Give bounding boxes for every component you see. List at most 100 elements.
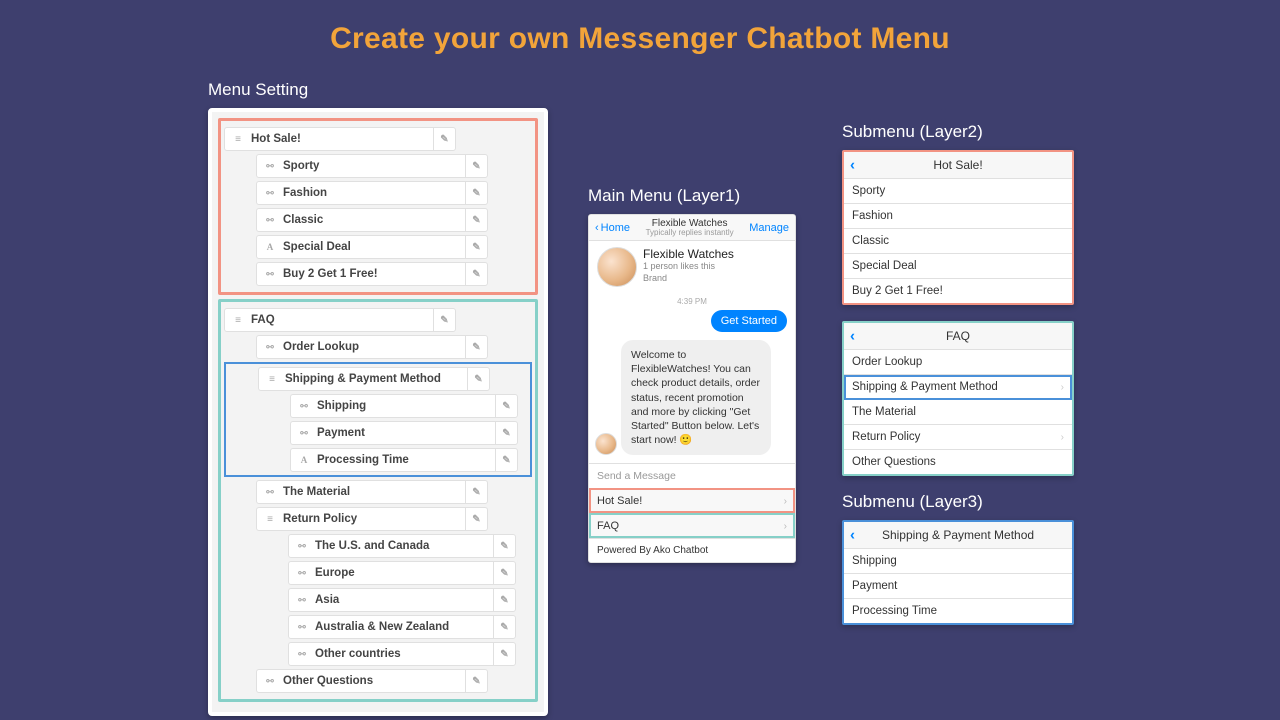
tree-row[interactable]: The Material: [256, 480, 488, 504]
navbar-brand: Flexible Watches: [630, 218, 749, 229]
chevron-left-icon[interactable]: [850, 157, 855, 174]
tree-row[interactable]: Other Questions: [256, 669, 488, 693]
tree-row[interactable]: Sporty: [256, 154, 488, 178]
submenu-item[interactable]: Buy 2 Get 1 Free!: [844, 279, 1072, 303]
tree-row[interactable]: Asia: [288, 588, 516, 612]
submenu-item[interactable]: Order Lookup: [844, 350, 1072, 375]
submenu-item[interactable]: Return Policy: [844, 425, 1072, 450]
link-icon: [293, 595, 311, 606]
tree-row[interactable]: Europe: [288, 561, 516, 585]
tree-row-faq[interactable]: FAQ: [224, 308, 456, 332]
chevron-left-icon[interactable]: [850, 527, 855, 544]
pencil-icon[interactable]: [465, 263, 487, 285]
tree-row[interactable]: The U.S. and Canada: [288, 534, 516, 558]
submenu-item[interactable]: Sporty: [844, 179, 1072, 204]
chevron-right-icon: [1061, 432, 1064, 443]
pencil-icon[interactable]: [493, 589, 515, 611]
menu-setting-panel: Hot Sale! Sporty Fashion Classic: [208, 108, 548, 716]
section-submenu2: Submenu (Layer2): [842, 122, 1074, 142]
get-started-button[interactable]: Get Started: [711, 310, 787, 332]
tree-row-hot-sale[interactable]: Hot Sale!: [224, 127, 456, 151]
pencil-icon[interactable]: [465, 236, 487, 258]
pencil-icon[interactable]: [495, 395, 517, 417]
submenu-item[interactable]: Payment: [844, 574, 1072, 599]
item-label: Shipping: [852, 555, 897, 567]
persistent-menu-hot-sale[interactable]: Hot Sale!: [589, 488, 795, 513]
link-icon: [261, 342, 279, 353]
tree-row-shipping-payment[interactable]: Shipping & Payment Method: [258, 367, 490, 391]
pencil-icon[interactable]: [465, 481, 487, 503]
tree-row[interactable]: Australia & New Zealand: [288, 615, 516, 639]
persistent-menu-faq[interactable]: FAQ: [589, 513, 795, 538]
tree-row[interactable]: Classic: [256, 208, 488, 232]
submenu-item-shipping[interactable]: Shipping & Payment Method: [844, 375, 1072, 400]
navbar-title: Flexible Watches Typically replies insta…: [630, 218, 749, 238]
brand-category: Brand: [643, 273, 734, 285]
pencil-icon[interactable]: [433, 128, 455, 150]
submenu-item[interactable]: Classic: [844, 229, 1072, 254]
link-icon: [293, 541, 311, 552]
submenu-item[interactable]: Processing Time: [844, 599, 1072, 623]
tree-label: Europe: [311, 567, 493, 579]
tree-row[interactable]: Order Lookup: [256, 335, 488, 359]
submenu-item[interactable]: Fashion: [844, 204, 1072, 229]
pencil-icon[interactable]: [493, 562, 515, 584]
pencil-icon[interactable]: [493, 643, 515, 665]
tree-row[interactable]: Other countries: [288, 642, 516, 666]
pencil-icon[interactable]: [493, 535, 515, 557]
submenu-item[interactable]: Special Deal: [844, 254, 1072, 279]
tree-label: The U.S. and Canada: [311, 540, 493, 552]
brand-name: Flexible Watches: [643, 247, 734, 261]
tree-label: Order Lookup: [279, 341, 465, 353]
tree-row[interactable]: Shipping: [290, 394, 518, 418]
tree-row-return-policy[interactable]: Return Policy: [256, 507, 488, 531]
chevron-right-icon: [1061, 382, 1064, 393]
manage-button[interactable]: Manage: [749, 222, 789, 234]
link-icon: [293, 568, 311, 579]
tree-row[interactable]: Fashion: [256, 181, 488, 205]
pencil-icon[interactable]: [495, 449, 517, 471]
pencil-icon[interactable]: [433, 309, 455, 331]
menu-label: FAQ: [597, 520, 619, 532]
tree-label: Processing Time: [313, 454, 495, 466]
submenu-item[interactable]: The Material: [844, 400, 1072, 425]
drag-icon[interactable]: [261, 514, 279, 525]
text-icon: [295, 455, 313, 465]
powered-by: Powered By Ako Chatbot: [589, 538, 795, 562]
item-label: Processing Time: [852, 605, 937, 617]
item-label: Other Questions: [852, 456, 936, 468]
back-button[interactable]: Home: [595, 222, 630, 234]
submenu-head: Hot Sale!: [844, 152, 1072, 179]
item-label: Buy 2 Get 1 Free!: [852, 285, 943, 297]
pencil-icon[interactable]: [465, 182, 487, 204]
tree-row[interactable]: Special Deal: [256, 235, 488, 259]
link-icon: [261, 676, 279, 687]
link-icon: [295, 401, 313, 412]
pencil-icon[interactable]: [465, 508, 487, 530]
submenu-item[interactable]: Shipping: [844, 549, 1072, 574]
tree-label: Hot Sale!: [247, 133, 433, 145]
submenu-item[interactable]: Other Questions: [844, 450, 1072, 474]
drag-icon[interactable]: [229, 134, 247, 145]
chevron-left-icon: [595, 222, 599, 234]
pencil-icon[interactable]: [465, 670, 487, 692]
pencil-icon[interactable]: [467, 368, 489, 390]
section-submenu3: Submenu (Layer3): [842, 492, 1074, 512]
drag-icon[interactable]: [229, 315, 247, 326]
tree-row[interactable]: Processing Time: [290, 448, 518, 472]
tree-label: Other Questions: [279, 675, 465, 687]
group-faq: FAQ Order Lookup Shipping & Payment Meth…: [218, 299, 538, 702]
pencil-icon[interactable]: [493, 616, 515, 638]
tree-label: Other countries: [311, 648, 493, 660]
pencil-icon[interactable]: [465, 336, 487, 358]
pencil-icon[interactable]: [465, 155, 487, 177]
item-label: Sporty: [852, 185, 885, 197]
tree-row[interactable]: Buy 2 Get 1 Free!: [256, 262, 488, 286]
tree-label: Shipping: [313, 400, 495, 412]
drag-icon[interactable]: [263, 374, 281, 385]
tree-row[interactable]: Payment: [290, 421, 518, 445]
chevron-left-icon[interactable]: [850, 328, 855, 345]
pencil-icon[interactable]: [495, 422, 517, 444]
compose-input[interactable]: Send a Message: [589, 463, 795, 488]
pencil-icon[interactable]: [465, 209, 487, 231]
